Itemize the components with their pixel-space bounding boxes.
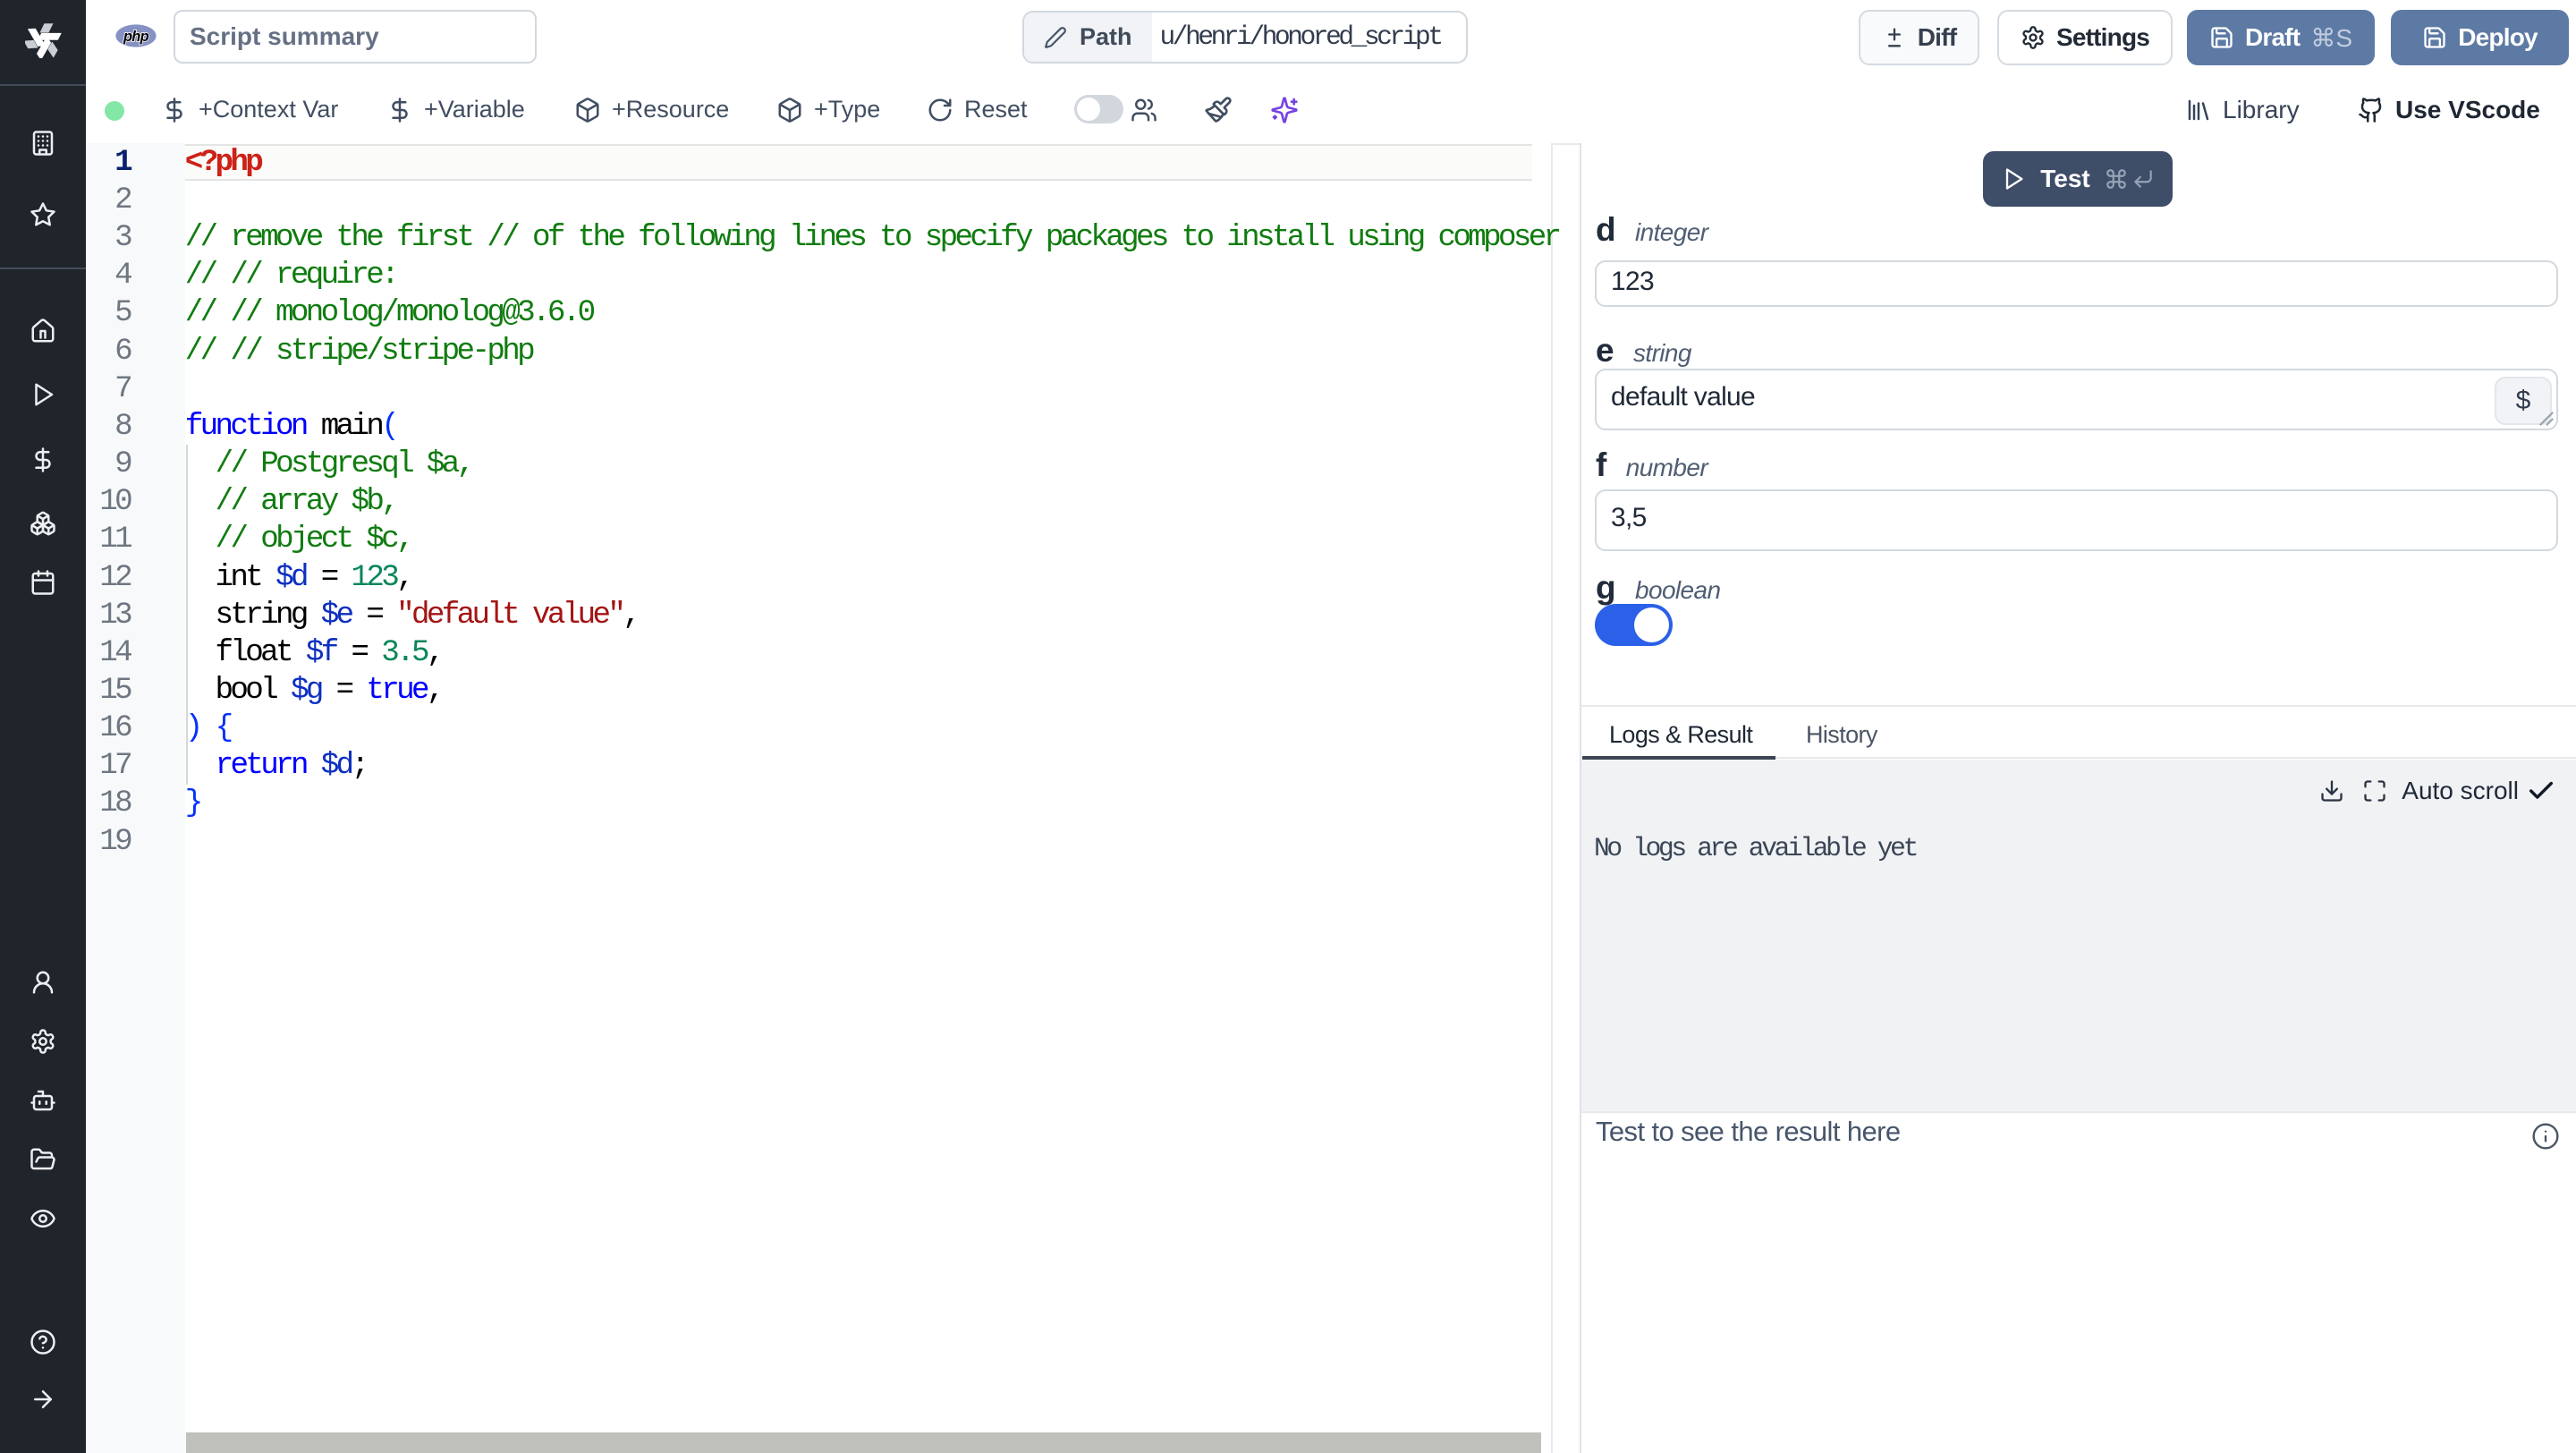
svg-text:php: php <box>123 28 149 45</box>
